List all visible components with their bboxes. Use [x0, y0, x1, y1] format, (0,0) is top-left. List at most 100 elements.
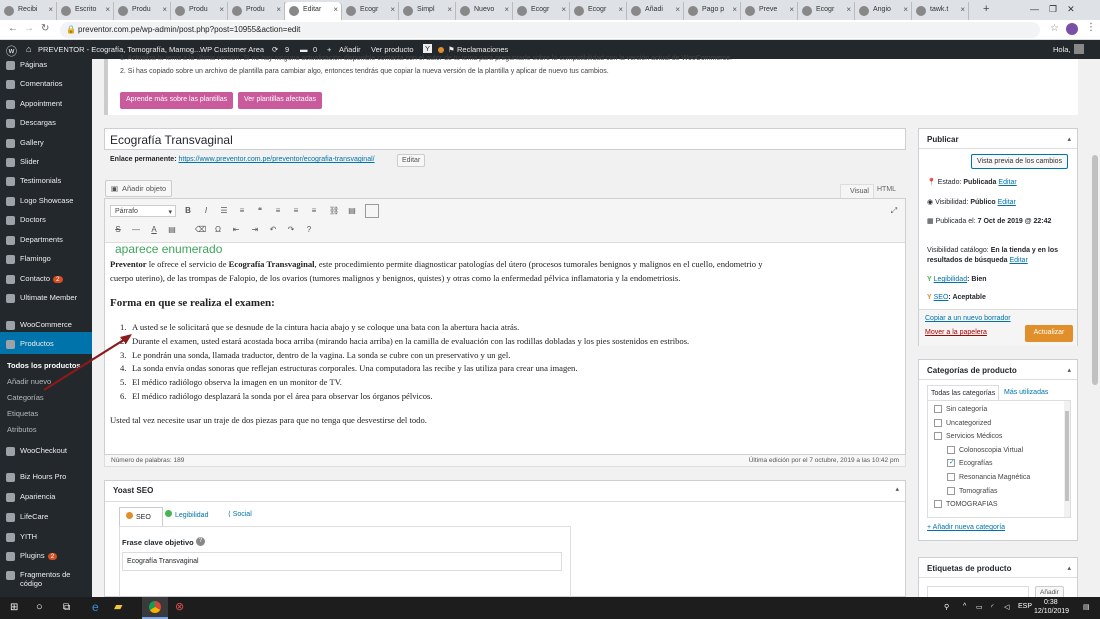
- admin-bar-customer-area[interactable]: WP Customer Area: [200, 45, 264, 54]
- list-item[interactable]: 1. A usted se le solicitará que se desnud…: [120, 322, 519, 332]
- copy-draft-link[interactable]: Copiar a un nuevo borrador: [925, 315, 1011, 322]
- fullscreen-icon[interactable]: ⤢: [889, 206, 899, 216]
- category-item[interactable]: Resonancia Magnética: [947, 473, 1030, 481]
- sidebar-item[interactable]: Apariencia: [0, 492, 92, 502]
- wifi-icon[interactable]: ◜: [991, 603, 994, 611]
- close-icon[interactable]: ×: [105, 5, 110, 14]
- close-icon[interactable]: ×: [675, 5, 680, 14]
- sidebar-item[interactable]: Slider: [0, 157, 92, 167]
- updates-count[interactable]: 9: [285, 45, 289, 54]
- updates-icon[interactable]: ⟳: [272, 45, 278, 54]
- admin-bar-site-name[interactable]: PREVENTOR - Ecografía, Tomografía, Mamog…: [38, 45, 200, 54]
- checkbox[interactable]: [934, 432, 942, 441]
- add-new-category-link[interactable]: + Añadir nueva categoría: [927, 524, 1005, 531]
- sidebar-item[interactable]: LifeCare: [0, 512, 92, 522]
- tab-visual[interactable]: Visual: [840, 184, 874, 198]
- horizontal-line-icon[interactable]: —: [131, 225, 141, 235]
- paste-text-icon[interactable]: ▤: [167, 225, 177, 235]
- browser-tab[interactable]: tawk.t ×: [912, 2, 969, 20]
- sidebar-item[interactable]: Páginas: [0, 60, 92, 70]
- browser-tab[interactable]: Preve ×: [741, 2, 798, 20]
- permalink-link[interactable]: https://www.preventor.com.pe/preventor/e…: [178, 156, 374, 163]
- list-item[interactable]: 3. Le pondrán una sonda, llamada traducto…: [120, 350, 510, 360]
- category-item[interactable]: Tomografías: [947, 486, 998, 495]
- blockquote-icon[interactable]: ❝: [255, 206, 265, 216]
- close-icon[interactable]: ×: [48, 5, 53, 14]
- close-icon[interactable]: ×: [219, 5, 224, 14]
- category-item[interactable]: Uncategorized: [934, 418, 991, 427]
- close-icon[interactable]: ×: [333, 5, 338, 14]
- numbered-list-icon[interactable]: ≡: [237, 206, 247, 216]
- yoast-tab-social[interactable]: ⟨ Social: [228, 510, 252, 518]
- categories-collapse-icon[interactable]: ▴: [1067, 366, 1071, 374]
- browser-tab[interactable]: Nuevo ×: [456, 2, 513, 20]
- footer-paragraph[interactable]: Usted tal vez necesite usar un traje de …: [110, 415, 427, 425]
- preview-changes-button[interactable]: Vista previa de los cambios: [971, 154, 1069, 169]
- list-item[interactable]: 4. La sonda envía ondas sonoras que refle…: [120, 363, 578, 373]
- sidebar-item[interactable]: Logo Showcase: [0, 196, 92, 206]
- sidebar-item[interactable]: Testimonials: [0, 176, 92, 186]
- task-view-icon[interactable]: ⧉: [63, 602, 70, 613]
- windows-start-icon[interactable]: ⊞: [10, 602, 18, 613]
- network-icon[interactable]: ▭: [976, 603, 983, 611]
- checkbox[interactable]: [947, 486, 955, 495]
- tab-all-categories[interactable]: Todas las categorías: [927, 385, 999, 400]
- sidebar-item[interactable]: Descargas: [0, 118, 92, 128]
- taskbar-date[interactable]: 12/10/2019: [1034, 608, 1069, 615]
- clear-format-icon[interactable]: ⌫: [195, 225, 206, 235]
- help-icon[interactable]: ?: [304, 225, 314, 235]
- close-icon[interactable]: ×: [789, 5, 794, 14]
- publish-collapse-icon[interactable]: ▴: [1067, 135, 1071, 143]
- admin-bar-claims[interactable]: Reclamaciones: [457, 45, 508, 54]
- sidebar-item[interactable]: WooCommerce: [0, 320, 92, 330]
- browser-tab[interactable]: Editar ×: [285, 2, 342, 20]
- category-item[interactable]: Sin categoría: [934, 405, 987, 413]
- close-icon[interactable]: ×: [162, 5, 167, 14]
- categories-scrollbar[interactable]: [1064, 401, 1070, 517]
- categories-scroll-thumb[interactable]: [1065, 411, 1069, 501]
- sidebar-item[interactable]: Contacto 2: [0, 274, 92, 284]
- browser-tab[interactable]: Angio ×: [855, 2, 912, 20]
- reload-icon[interactable]: ↻: [41, 23, 49, 34]
- italic-icon[interactable]: I: [201, 206, 211, 216]
- focus-keyphrase-input[interactable]: Ecografía Transvaginal: [122, 552, 562, 571]
- permalink-edit-button[interactable]: Editar: [397, 154, 426, 167]
- tags-collapse-icon[interactable]: ▴: [1067, 564, 1071, 572]
- yoast-tab-seo[interactable]: SEO: [119, 507, 163, 526]
- comment-icon[interactable]: ▬: [300, 45, 308, 54]
- strikethrough-icon[interactable]: S: [113, 225, 123, 235]
- checkbox[interactable]: ✓: [947, 459, 955, 468]
- admin-bar-greeting[interactable]: Hola,: [1053, 45, 1071, 54]
- collapse-arrow-icon[interactable]: ▴: [895, 485, 899, 493]
- sidebar-item[interactable]: Comentarios: [0, 79, 92, 89]
- close-icon[interactable]: ×: [504, 5, 509, 14]
- list-item[interactable]: 6. El médico radiólogo desplazará la sond…: [120, 391, 433, 401]
- star-icon[interactable]: ☆: [1050, 23, 1059, 34]
- close-icon[interactable]: ×: [390, 5, 395, 14]
- page-scroll-thumb[interactable]: [1092, 155, 1098, 385]
- tray-chevron-icon[interactable]: ^: [963, 603, 966, 610]
- close-icon[interactable]: ×: [846, 5, 851, 14]
- help-icon[interactable]: ?: [196, 537, 205, 546]
- volume-icon[interactable]: ◁: [1004, 603, 1009, 611]
- address-bar[interactable]: 🔒 preventor.com.pe/wp-admin/post.php?pos…: [60, 22, 1040, 38]
- link-icon[interactable]: ⛓: [329, 206, 339, 216]
- window-controls[interactable]: — ❐ ✕: [1030, 4, 1075, 15]
- admin-bar-add-new[interactable]: Añadir: [339, 45, 361, 54]
- sidebar-item[interactable]: Flamingo: [0, 254, 92, 264]
- close-icon[interactable]: ×: [447, 5, 452, 14]
- people-icon[interactable]: ⚲: [944, 603, 949, 611]
- sidebar-item[interactable]: Gallery: [0, 138, 92, 148]
- page-scrollbar[interactable]: [1090, 59, 1100, 597]
- bold-icon[interactable]: B: [183, 206, 193, 216]
- category-item[interactable]: Servicios Médicos: [934, 432, 1002, 441]
- intro-paragraph[interactable]: Preventor le ofrece el servicio de Ecogr…: [110, 258, 900, 285]
- checkbox[interactable]: [934, 418, 942, 427]
- categories-list[interactable]: Sin categoría Uncategorized Servicios Médi…: [927, 400, 1071, 518]
- search-icon[interactable]: ○: [36, 601, 43, 613]
- browser-tab[interactable]: Recibi ×: [0, 2, 57, 20]
- sidebar-item[interactable]: Departments: [0, 235, 92, 245]
- sidebar-subitem[interactable]: Atributos: [0, 425, 92, 434]
- browser-tab[interactable]: Pago p ×: [684, 2, 741, 20]
- browser-tab[interactable]: Escrito ×: [57, 2, 114, 20]
